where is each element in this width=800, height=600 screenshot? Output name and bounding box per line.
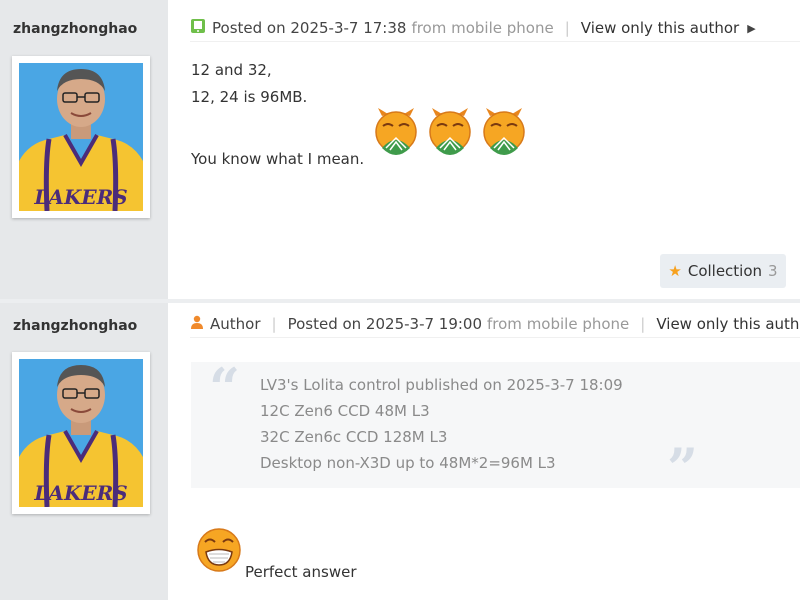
avatar-image: LAKERS — [19, 63, 143, 211]
quote-line: 12C Zen6 CCD 48M L3 — [260, 402, 430, 420]
post-sidebar: zhangzhonghao LAKERS — [0, 0, 168, 299]
meta-separator: | — [640, 315, 646, 333]
quote-mark-icon: “ — [209, 356, 241, 420]
posted-time: Posted on 2025-3-7 19:00 — [287, 315, 483, 333]
caret-right-icon: ▶ — [747, 21, 756, 35]
view-only-author-link[interactable]: View only this author — [581, 19, 739, 37]
avatar-jersey-text: LAKERS — [33, 185, 127, 209]
post-sidebar: zhangzhonghao LAKERS — [0, 303, 168, 600]
post-meta: Posted on 2025-3-7 17:38 from mobile pho… — [190, 15, 800, 42]
quote-mark-icon: ” — [667, 436, 699, 500]
emoji-icon — [197, 528, 241, 572]
post-1: zhangzhonghao LAKERS Posted on 2025-3-7 … — [0, 0, 800, 299]
avatar-jersey-text: LAKERS — [33, 481, 127, 505]
post-content: Author | Posted on 2025-3-7 19:00 from m… — [168, 303, 800, 600]
meta-separator: | — [271, 315, 277, 333]
quote-line: 32C Zen6c CCD 128M L3 — [260, 428, 448, 446]
posted-time: Posted on 2025-3-7 17:38 — [212, 19, 407, 37]
avatar[interactable]: LAKERS — [12, 352, 150, 514]
post-content: Posted on 2025-3-7 17:38 from mobile pho… — [168, 0, 800, 299]
author-name[interactable]: zhangzhonghao — [13, 318, 137, 334]
collection-button[interactable]: ★ Collection 3 — [660, 254, 786, 288]
post-line: Perfect answer — [245, 563, 357, 581]
quote-block: “ LV3's Lolita control published on 2025… — [191, 356, 800, 500]
emoji-icon — [429, 108, 471, 155]
avatar[interactable]: LAKERS — [12, 56, 150, 218]
emoji-icon — [375, 108, 417, 155]
post-line: 12 and 32, — [191, 61, 272, 79]
avatar-image: LAKERS — [19, 359, 143, 507]
collection-label: Collection — [687, 262, 763, 280]
phone-icon — [190, 18, 206, 38]
collection-count: 3 — [768, 262, 778, 280]
meta-separator: | — [564, 19, 570, 37]
post-source: from mobile phone — [487, 315, 630, 333]
quote-line: Desktop non-X3D up to 48M*2=96M L3 — [260, 454, 556, 472]
post-line: You know what I mean. — [191, 150, 365, 168]
view-only-author-link[interactable]: View only this author — [656, 315, 800, 333]
post-source: from mobile phone — [411, 19, 554, 37]
post-meta: Author | Posted on 2025-3-7 19:00 from m… — [190, 311, 800, 338]
author-name[interactable]: zhangzhonghao — [13, 21, 137, 37]
emoji-icon — [483, 108, 525, 155]
post-2: zhangzhonghao LAKERS Author | Posted on … — [0, 303, 800, 600]
quote-line: LV3's Lolita control published on 2025-3… — [260, 376, 623, 394]
post-line: 12, 24 is 96MB. — [191, 88, 308, 106]
star-icon: ★ — [668, 262, 682, 280]
author-badge: Author — [210, 315, 261, 333]
person-icon — [190, 315, 204, 333]
